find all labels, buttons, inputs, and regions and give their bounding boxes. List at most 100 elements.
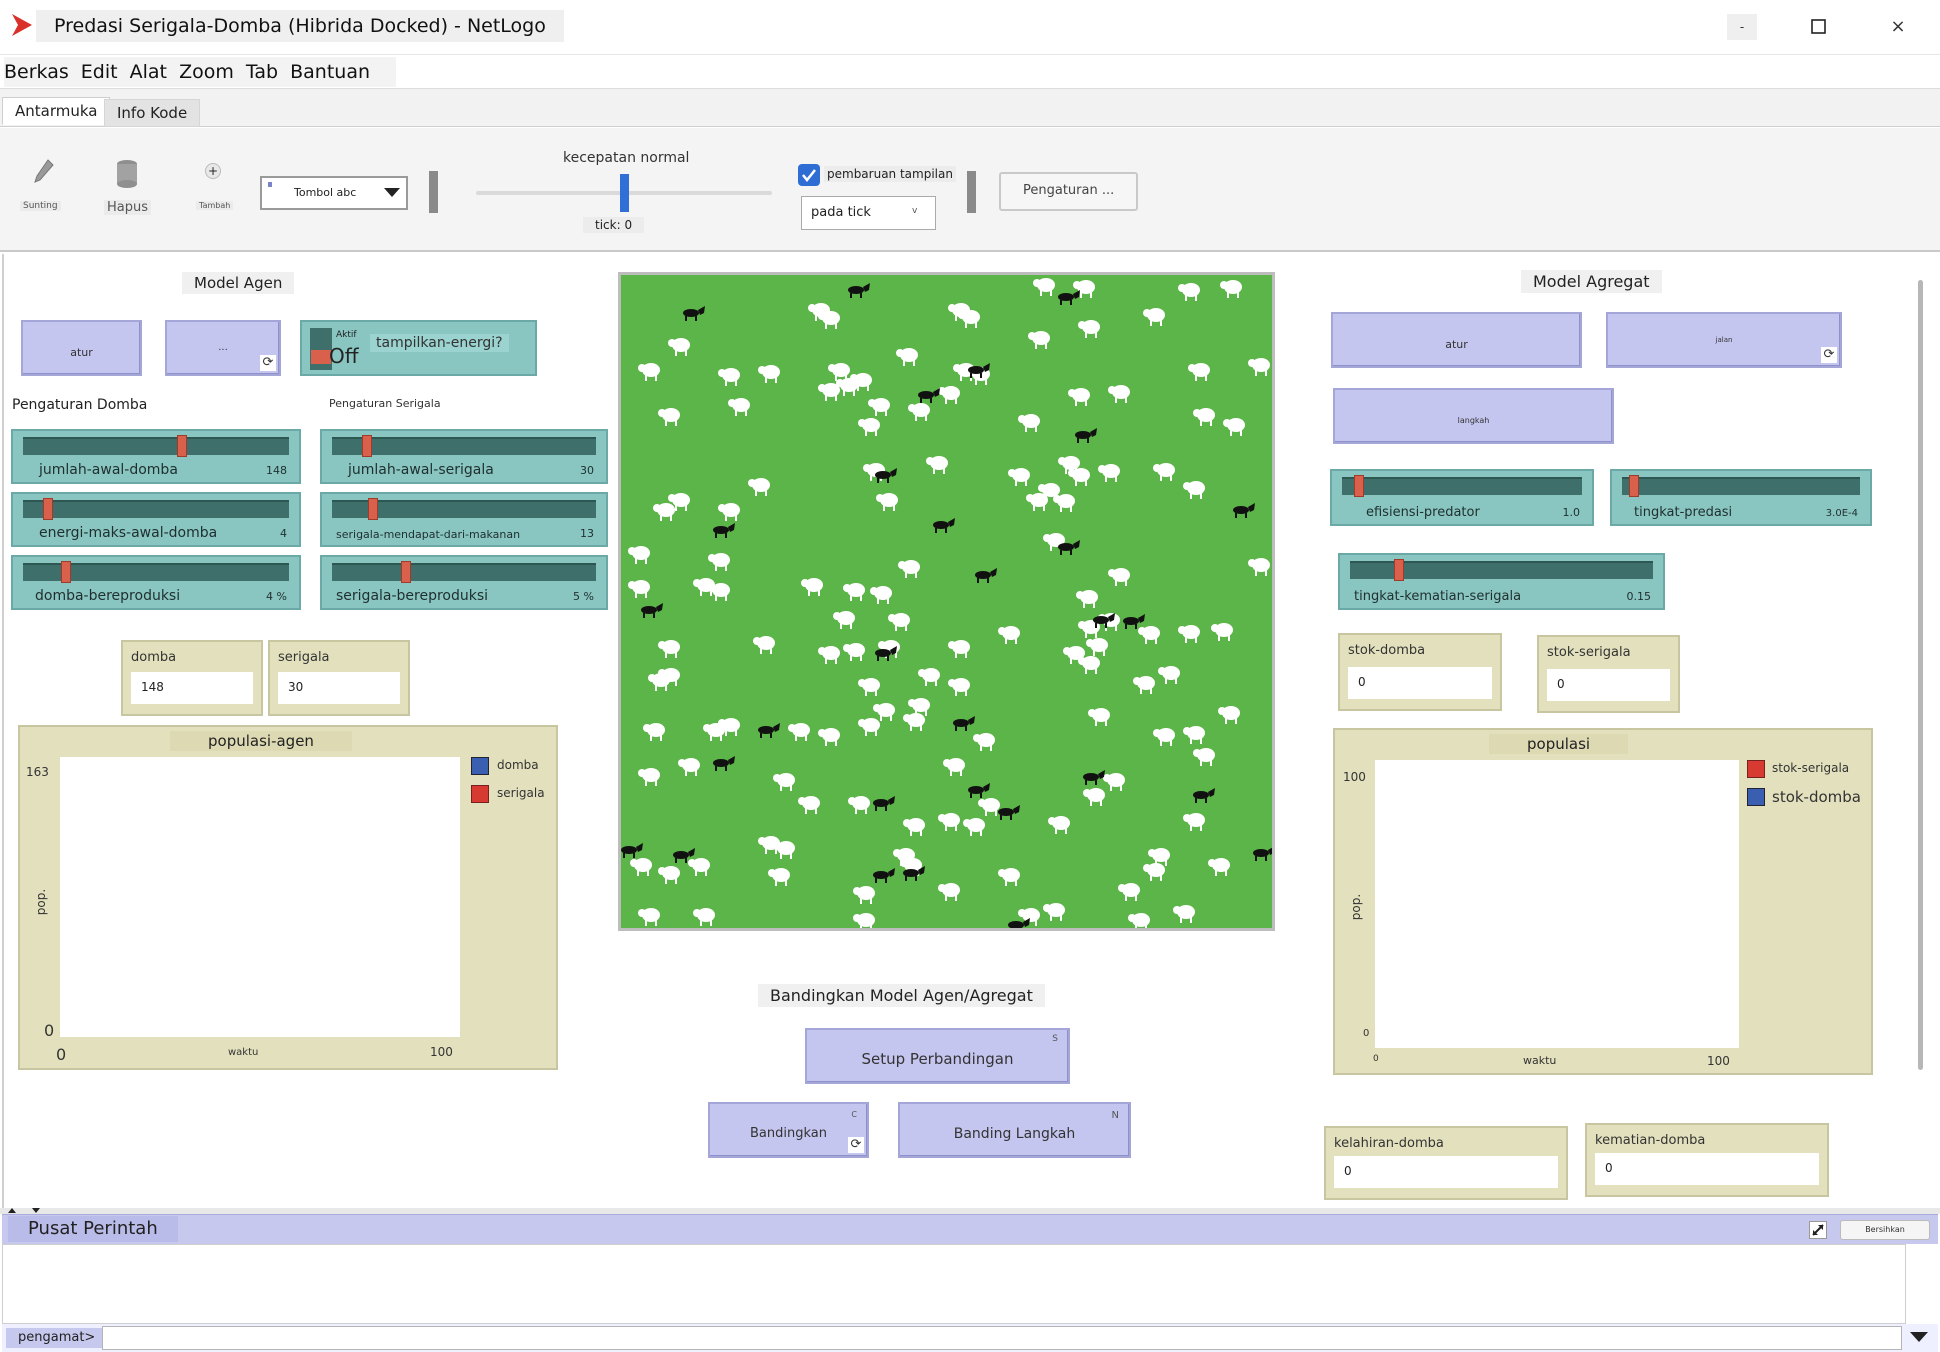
legend-label: stok-domba	[1772, 788, 1861, 806]
add-icon[interactable]: +	[205, 163, 221, 179]
window-title: Predasi Serigala-Domba (Hibrida Docked) …	[36, 10, 564, 42]
slider-predator-efficiency[interactable]: efisiensi-predator 1.0	[1330, 469, 1594, 526]
slider-knob[interactable]	[61, 561, 72, 583]
slider-predation-rate[interactable]: tingkat-predasi 3.0E-4	[1610, 469, 1872, 526]
legend-swatch-sheep	[471, 757, 489, 775]
aggregate-step-label: langkah	[1457, 416, 1490, 425]
slider-knob[interactable]	[1393, 559, 1404, 581]
tab-interface[interactable]: Antarmuka	[2, 97, 111, 125]
slider-value: 148	[266, 464, 287, 477]
plot-y-max: 100	[1343, 770, 1366, 784]
slider-value: 3.0E-4	[1825, 508, 1858, 519]
slider-label: domba-bereproduksi	[35, 588, 181, 604]
tab-info-code[interactable]: Info Kode	[104, 99, 201, 127]
menu-bantuan[interactable]: Bantuan	[290, 61, 370, 83]
aggregate-setup-button[interactable]: atur	[1331, 312, 1582, 368]
speed-slider-knob[interactable]	[620, 174, 629, 212]
clear-button[interactable]: Bersihkan	[1840, 1220, 1930, 1240]
agent-go-button[interactable]: ... ⟳	[165, 320, 281, 376]
history-dropdown-icon[interactable]	[1910, 1332, 1928, 1344]
slider-wolf-gain-from-food[interactable]: serigala-mendapat-dari-makanan 13	[320, 492, 608, 547]
slider-wolf-death-rate[interactable]: tingkat-kematian-serigala 0.15	[1338, 553, 1665, 610]
aggregate-go-button[interactable]: jalan ⟳	[1606, 312, 1842, 368]
monitor-label: domba	[131, 650, 177, 665]
compare-setup-button[interactable]: Setup Perbandingan S	[805, 1028, 1070, 1084]
world-view[interactable]	[618, 272, 1275, 931]
aggregate-step-button[interactable]: langkah	[1333, 388, 1614, 444]
slider-track[interactable]	[1622, 477, 1860, 495]
vertical-scrollbar[interactable]	[1918, 280, 1923, 1070]
title-bar: Predasi Serigala-Domba (Hibrida Docked) …	[0, 0, 1940, 55]
agent-go-label: ...	[218, 342, 228, 353]
monitor-value: 30	[278, 672, 400, 704]
compare-forever-button[interactable]: Bandingkan C ⟳	[708, 1102, 869, 1158]
aggregate-go-label: jalan	[1715, 336, 1733, 344]
slider-track[interactable]	[332, 563, 596, 581]
slider-knob[interactable]	[367, 498, 378, 520]
settings-button[interactable]: Pengaturan ...	[999, 172, 1138, 211]
expand-arrows-icon	[1812, 1224, 1824, 1236]
shortcut-key: S	[1052, 1034, 1058, 1044]
agent-setup-button[interactable]: atur	[21, 320, 142, 376]
plot-aggregate-population: populasi 100 0 0 100 waktu pop. stok-ser…	[1333, 728, 1873, 1075]
expand-icon[interactable]	[1809, 1221, 1827, 1239]
monitor-wolves: serigala 30	[268, 640, 410, 716]
slider-initial-sheep[interactable]: jumlah-awal-domba 148	[11, 429, 301, 484]
minimize-button[interactable]: -	[1727, 14, 1757, 40]
menu-bar: Berkas Edit Alat Zoom Tab Bantuan	[0, 55, 1940, 89]
slider-knob[interactable]	[176, 435, 187, 457]
maximize-button[interactable]	[1804, 14, 1834, 40]
slider-knob[interactable]	[43, 498, 54, 520]
slider-knob[interactable]	[400, 561, 411, 583]
slider-track[interactable]	[23, 437, 289, 455]
legend-label: serigala	[497, 786, 545, 800]
compare-title: Bandingkan Model Agen/Agregat	[758, 984, 1045, 1007]
menu-tab[interactable]: Tab	[246, 61, 278, 83]
update-mode-value: pada tick	[811, 205, 871, 220]
monitor-wolf-stock: stok-serigala 0	[1537, 635, 1680, 713]
widget-type-select[interactable]: Tombol abc	[260, 176, 408, 210]
slider-sheep-max-energy[interactable]: energi-maks-awal-domba 4	[11, 492, 301, 547]
switch-on-label: Aktif	[336, 330, 357, 340]
shortcut-key: N	[1111, 1110, 1119, 1121]
close-button[interactable]: ×	[1883, 14, 1913, 40]
plot-canvas	[1375, 760, 1739, 1048]
command-input[interactable]	[102, 1326, 1902, 1350]
slider-label: serigala-mendapat-dari-makanan	[336, 528, 521, 541]
monitor-label: kelahiran-domba	[1334, 1136, 1444, 1151]
menu-alat[interactable]: Alat	[130, 61, 167, 83]
slider-value: 0.15	[1626, 590, 1652, 603]
observer-prompt[interactable]: pengamat>	[6, 1328, 108, 1348]
plot-y-min: 0	[44, 1021, 55, 1040]
slider-knob[interactable]	[362, 435, 373, 457]
monitor-label: kematian-domba	[1595, 1133, 1706, 1148]
plot-title: populasi	[1489, 734, 1629, 754]
slider-label: tingkat-predasi	[1634, 505, 1733, 520]
slider-wolf-reproduce[interactable]: serigala-bereproduksi 5 %	[320, 555, 608, 610]
pencil-icon[interactable]	[32, 158, 56, 186]
slider-knob[interactable]	[1628, 475, 1639, 497]
slider-label: energi-maks-awal-domba	[39, 525, 218, 541]
menu-berkas[interactable]: Berkas	[4, 61, 69, 83]
widget-select-value: Tombol abc	[294, 186, 357, 199]
slider-knob[interactable]	[1353, 475, 1364, 497]
menu-edit[interactable]: Edit	[81, 61, 118, 83]
compare-step-button[interactable]: Banding Langkah N	[898, 1102, 1131, 1158]
monitor-value: 0	[1334, 1156, 1558, 1188]
slider-sheep-reproduce[interactable]: domba-bereproduksi 4 %	[11, 555, 301, 610]
slider-initial-wolves[interactable]: jumlah-awal-serigala 30	[320, 429, 608, 484]
show-energy-switch[interactable]: Aktif Off tampilkan-energi?	[300, 320, 537, 376]
slider-track[interactable]	[23, 500, 289, 518]
menu-zoom[interactable]: Zoom	[179, 61, 234, 83]
slider-value: 4 %	[266, 590, 287, 603]
trash-icon[interactable]	[115, 158, 139, 190]
compare-step-label: Banding Langkah	[953, 1126, 1076, 1142]
shortcut-key: C	[851, 1110, 857, 1119]
wolf-agents	[621, 283, 1272, 928]
update-mode-select[interactable]: pada tick v	[801, 196, 936, 230]
command-input-row: pengamat>	[2, 1324, 1938, 1352]
slider-track[interactable]	[1342, 477, 1582, 495]
view-updates-checkbox[interactable]	[798, 164, 820, 186]
plot-y-max: 163	[26, 765, 49, 779]
forever-icon: ⟳	[260, 355, 276, 371]
